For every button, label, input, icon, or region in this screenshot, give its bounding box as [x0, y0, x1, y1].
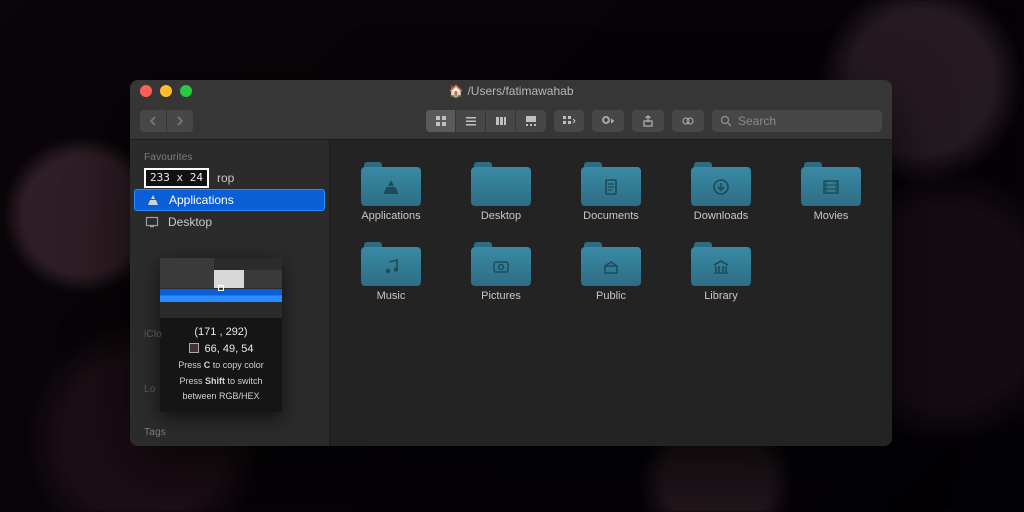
folder-label: Movies — [814, 210, 849, 222]
airdrop-truncated-label: rop — [217, 171, 234, 185]
folder-icon — [471, 242, 531, 286]
folder-grid: Applications Desktop Documents Downloads Mov… — [336, 156, 886, 308]
view-mode-group — [426, 110, 546, 132]
folder-icon — [471, 162, 531, 206]
folder-icon — [581, 242, 641, 286]
folder-label: Documents — [583, 210, 639, 222]
sidebar-item-desktop[interactable]: Desktop — [130, 211, 329, 233]
tags-label: Tags — [130, 421, 329, 442]
sidebar-item-applications[interactable]: Applications — [134, 189, 325, 211]
folder-icon — [691, 242, 751, 286]
folder-desktop[interactable]: Desktop — [446, 156, 556, 228]
search-placeholder: Search — [738, 114, 776, 128]
window-title: 🏠 /Users/fatimawahab — [130, 84, 892, 98]
sidebar-item-airdrop[interactable]: 233 x 24 rop — [130, 167, 329, 189]
finder-window: 🏠 /Users/fatimawahab — [130, 80, 892, 446]
folder-label: Downloads — [694, 210, 748, 222]
locations-label: Lo — [130, 378, 329, 399]
folder-label: Library — [704, 290, 738, 302]
titlebar[interactable]: 🏠 /Users/fatimawahab — [130, 80, 892, 102]
folder-label: Music — [377, 290, 406, 302]
favourites-label: Favourites — [130, 146, 329, 167]
folder-icon — [361, 242, 421, 286]
folder-downloads[interactable]: Downloads — [666, 156, 776, 228]
sidebar: Favourites 233 x 24 rop Applications Des… — [130, 140, 330, 446]
folder-label: Applications — [361, 210, 420, 222]
icloud-label: iClo — [130, 323, 329, 344]
tags-button[interactable] — [672, 110, 704, 132]
folder-label: Desktop — [481, 210, 521, 222]
hint-line-1: Press C to copy color — [166, 359, 276, 373]
content-area[interactable]: Applications Desktop Documents Downloads Mov… — [330, 140, 892, 446]
folder-movies[interactable]: Movies — [776, 156, 886, 228]
desktop-label: Desktop — [168, 215, 212, 229]
crosshair-icon — [218, 285, 224, 291]
folder-icon — [581, 162, 641, 206]
color-swatch — [189, 343, 199, 353]
tag-terminal[interactable]: Terminal — [130, 442, 329, 446]
arrange-group — [554, 110, 584, 132]
action-menu-button[interactable] — [592, 110, 624, 132]
folder-library[interactable]: Library — [666, 236, 776, 308]
column-view-button[interactable] — [486, 110, 516, 132]
folder-music[interactable]: Music — [336, 236, 446, 308]
folder-documents[interactable]: Documents — [556, 156, 666, 228]
icon-view-button[interactable] — [426, 110, 456, 132]
folder-pictures[interactable]: Pictures — [446, 236, 556, 308]
back-button[interactable] — [140, 110, 166, 132]
folder-icon — [691, 162, 751, 206]
toolbar: Search — [130, 102, 892, 140]
gallery-view-button[interactable] — [516, 110, 546, 132]
share-button[interactable] — [632, 110, 664, 132]
folder-label: Public — [596, 290, 626, 302]
path-text: /Users/fatimawahab — [467, 84, 573, 98]
desktop-icon — [144, 214, 160, 230]
arrange-button[interactable] — [554, 110, 584, 132]
folder-label: Pictures — [481, 290, 521, 302]
folder-icon — [361, 162, 421, 206]
search-icon — [720, 115, 732, 127]
folder-applications[interactable]: Applications — [336, 156, 446, 228]
forward-button[interactable] — [167, 110, 193, 132]
home-icon: 🏠 — [449, 84, 464, 98]
folder-icon — [801, 162, 861, 206]
applications-label: Applications — [169, 193, 234, 207]
list-view-button[interactable] — [456, 110, 486, 132]
zoom-area — [160, 258, 282, 318]
folder-public[interactable]: Public — [556, 236, 666, 308]
app-icon — [145, 192, 161, 208]
pixel-size-badge: 233 x 24 — [144, 168, 209, 187]
nav-buttons — [140, 110, 193, 132]
search-field[interactable]: Search — [712, 110, 882, 132]
